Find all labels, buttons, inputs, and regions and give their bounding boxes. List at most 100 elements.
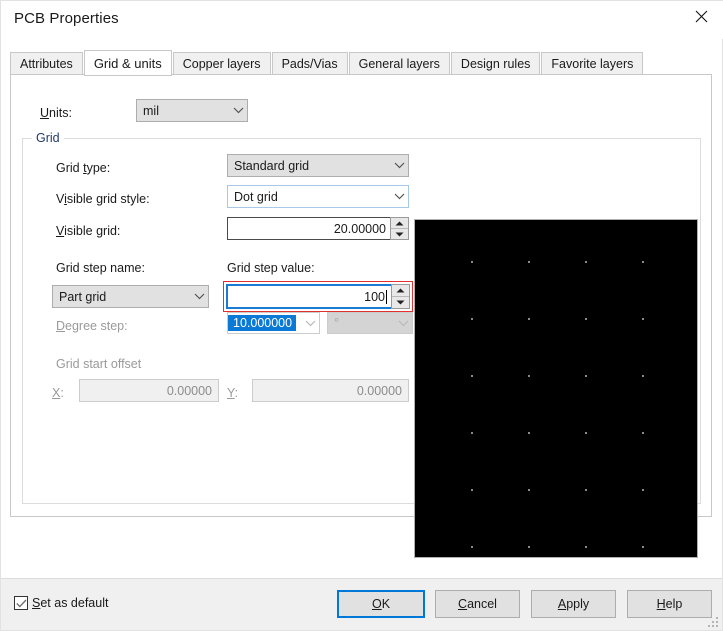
tab-pads-vias[interactable]: Pads/Vias — [271, 52, 348, 75]
grid-dot — [528, 432, 530, 434]
grid-dot — [528, 489, 530, 491]
grid-group-box: Grid Grid type: Standard grid Visible gr… — [22, 131, 701, 558]
resize-grip[interactable] — [708, 617, 719, 628]
stepper-up-icon[interactable] — [391, 218, 408, 229]
title-bar: PCB Properties — [1, 1, 723, 39]
grid-dot — [471, 546, 473, 548]
tab-label: Design rules — [460, 57, 531, 71]
chevron-down-icon — [390, 162, 408, 169]
tab-general-layers[interactable]: General layers — [348, 52, 450, 75]
grid-dot — [528, 546, 530, 548]
help-button-label: Help — [656, 597, 683, 611]
visible-grid-input[interactable]: 20.00000 — [227, 217, 390, 240]
grid-step-value-spinbox[interactable]: 100 — [226, 284, 410, 309]
chevron-down-icon — [390, 193, 408, 200]
visible-grid-spinbox[interactable]: 20.00000 — [227, 217, 409, 240]
grid-step-value-input[interactable]: 100 — [226, 284, 391, 309]
grid-dot — [471, 489, 473, 491]
close-button[interactable] — [678, 1, 723, 31]
grid-dot — [642, 489, 644, 491]
offset-y-input: 0.00000 — [252, 379, 409, 402]
degree-unit-combobox: ° — [327, 312, 413, 334]
tab-attributes[interactable]: Attributes — [10, 52, 83, 75]
grid-dot — [585, 546, 587, 548]
visible-grid-value: 20.00000 — [333, 221, 386, 236]
visible-grid-style-combobox[interactable]: Dot grid — [227, 185, 409, 208]
grid-dot — [585, 261, 587, 263]
grid-step-value-text: 100 — [364, 289, 385, 304]
offset-x-label: X: — [52, 386, 64, 400]
grid-type-label: Grid type: — [56, 161, 111, 175]
degree-step-value-wrap: 10.000000 — [228, 315, 301, 331]
tab-label: Favorite layers — [551, 57, 634, 71]
text-caret — [386, 289, 387, 304]
apply-button-label: Apply — [557, 597, 590, 611]
checkmark-icon — [15, 599, 26, 608]
dialog-footer: Set as default OK Cancel Apply Help — [1, 578, 722, 630]
offset-x-value: 0.00000 — [166, 383, 212, 398]
visible-grid-label: Visible grid: — [56, 224, 121, 238]
grid-dot — [528, 261, 530, 263]
tab-favorite-layers[interactable]: Favorite layers — [541, 52, 644, 75]
help-button[interactable]: Help — [627, 590, 712, 618]
chevron-down-icon — [229, 107, 247, 114]
offset-y-label: Y: — [227, 386, 239, 400]
grid-step-name-value: Part grid — [59, 289, 107, 304]
chevron-down-icon — [190, 293, 208, 300]
grid-dot — [585, 489, 587, 491]
tab-copper-layers[interactable]: Copper layers — [172, 52, 271, 75]
dialog-title: PCB Properties — [14, 10, 119, 27]
grid-dot — [528, 318, 530, 320]
tab-label: Pads/Vias — [281, 57, 338, 71]
ok-button-label: OK — [371, 597, 391, 611]
tab-page-grid-and-units: Units: mil Grid Grid type: Standard grid — [10, 74, 712, 558]
offset-x-input: 0.00000 — [79, 379, 219, 402]
pcb-properties-dialog: PCB Properties Attributes Grid & units C… — [0, 0, 723, 631]
grid-dot — [471, 318, 473, 320]
units-value: mil — [143, 103, 159, 118]
grid-dot — [585, 318, 587, 320]
set-as-default-checkbox[interactable]: Set as default — [14, 596, 108, 610]
units-label: Units: — [40, 106, 72, 120]
degree-unit-value: ° — [334, 316, 339, 330]
ok-button[interactable]: OK — [337, 590, 425, 618]
tab-grid-and-units[interactable]: Grid & units — [83, 50, 172, 76]
grid-dot — [642, 432, 644, 434]
apply-button[interactable]: Apply — [531, 590, 616, 618]
grid-step-value-error-frame: 100 — [223, 281, 413, 312]
tab-label: General layers — [358, 57, 440, 71]
visible-grid-stepper[interactable] — [390, 217, 409, 240]
stepper-down-icon[interactable] — [392, 297, 409, 308]
cancel-button-label: Cancel — [458, 597, 497, 611]
tab-label: Copper layers — [182, 57, 261, 71]
tab-bar: Attributes Grid & units Copper layers Pa… — [10, 49, 644, 76]
grid-step-name-label: Grid step name: — [56, 261, 145, 275]
visible-grid-style-value: Dot grid — [234, 189, 278, 204]
tab-label: Grid & units — [93, 56, 162, 71]
grid-dot — [585, 432, 587, 434]
tab-design-rules[interactable]: Design rules — [450, 52, 541, 75]
grid-step-value-stepper[interactable] — [391, 284, 410, 309]
grid-type-combobox[interactable]: Standard grid — [227, 154, 409, 177]
grid-step-name-combobox[interactable]: Part grid — [52, 285, 209, 308]
units-label-rest: nits: — [49, 106, 72, 120]
close-icon — [695, 10, 707, 22]
grid-dot — [642, 375, 644, 377]
grid-step-value-label: Grid step value: — [227, 261, 315, 275]
grid-dot — [642, 546, 644, 548]
grid-dot — [642, 318, 644, 320]
degree-step-value: 10.000000 — [228, 315, 297, 331]
units-combobox[interactable]: mil — [136, 99, 248, 122]
grid-start-offset-label: Grid start offset — [56, 357, 142, 371]
stepper-down-icon[interactable] — [391, 229, 408, 239]
stepper-up-icon[interactable] — [392, 285, 409, 297]
grid-dot — [642, 261, 644, 263]
tab-label: Attributes — [20, 57, 73, 71]
grid-dot — [471, 261, 473, 263]
grid-preview-panel — [414, 219, 698, 558]
checkbox-box[interactable] — [14, 596, 28, 610]
grid-type-value: Standard grid — [234, 158, 310, 173]
cancel-button[interactable]: Cancel — [435, 590, 520, 618]
grid-group-title: Grid — [32, 131, 64, 145]
grid-dot — [471, 432, 473, 434]
